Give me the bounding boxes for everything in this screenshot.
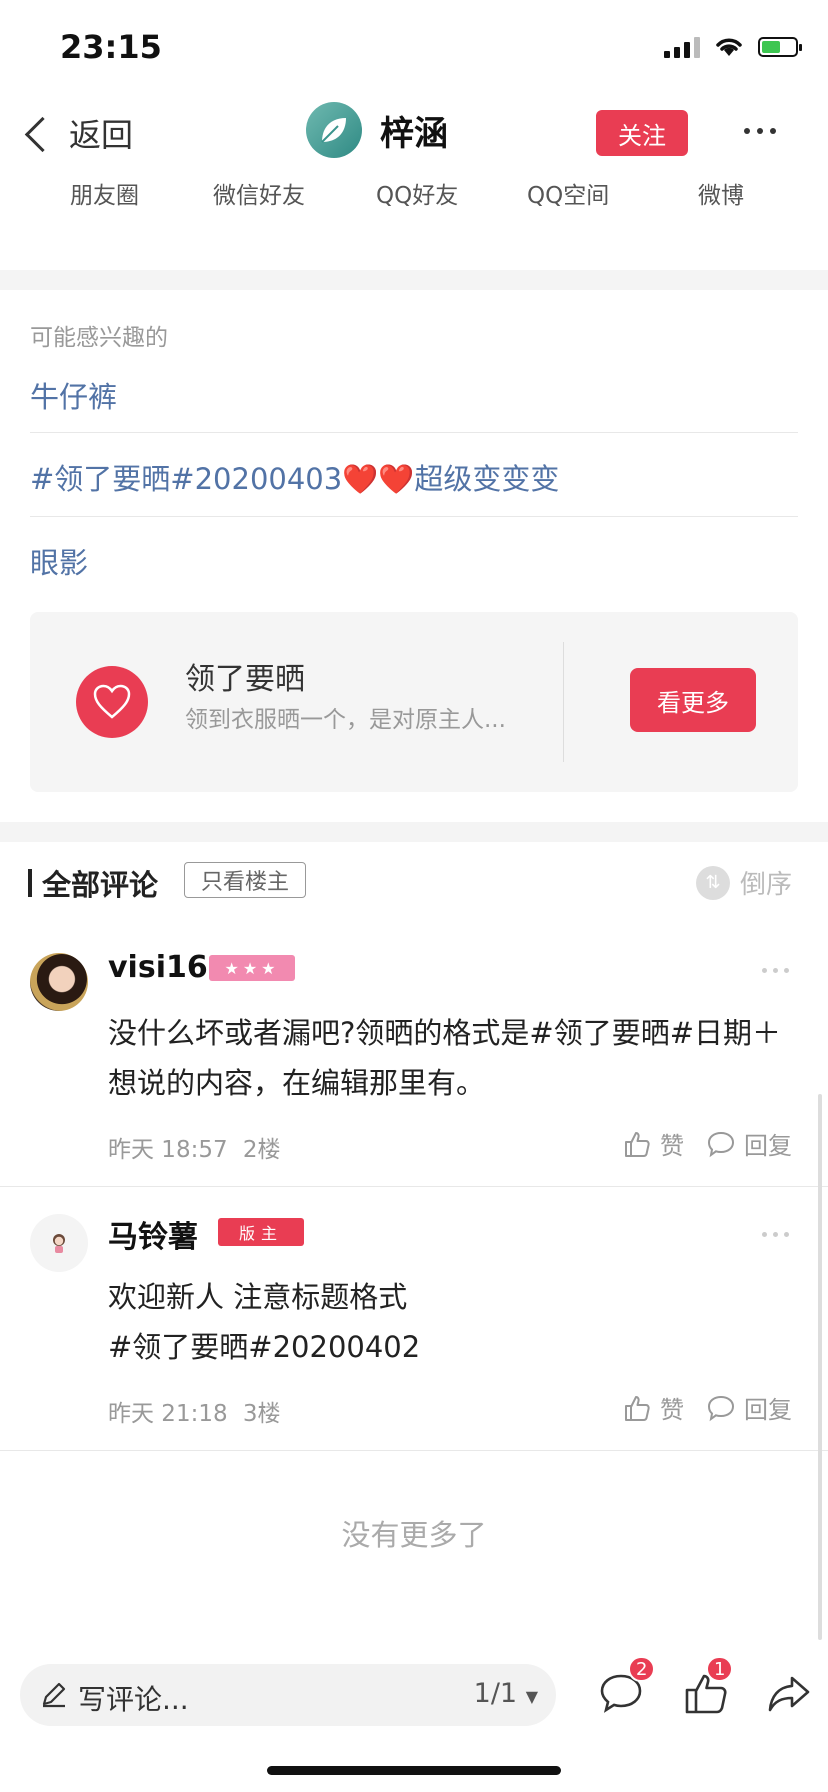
thumbs-up-icon (625, 1395, 650, 1421)
comment-text: 没什么坏或者漏吧?领晒的格式是#领了要晒#日期＋想说的内容，在编辑那里有。 (108, 1016, 781, 1100)
reply-bubble-icon (707, 1131, 735, 1157)
comment-time: 昨天 21:18 (108, 1401, 228, 1427)
comments-title: 全部评论 (28, 862, 158, 904)
status-time: 23:15 (60, 28, 162, 66)
more-options-icon[interactable] (744, 128, 776, 134)
divider (0, 1186, 828, 1187)
comment-floor: 2楼 (242, 1137, 281, 1163)
battery-icon (758, 37, 802, 57)
user-name[interactable]: 梓涵 (380, 106, 448, 155)
like-post-button[interactable]: 1 (684, 1656, 734, 1720)
chevron-left-icon (24, 116, 61, 152)
comment-floor: 3楼 (242, 1401, 281, 1427)
interest-item[interactable]: 牛仔裤 (30, 374, 117, 416)
interest-item[interactable]: 眼影 (30, 540, 88, 582)
forum-card[interactable]: 领了要晒 领到衣服晒一个，是对原主人... 看更多 (30, 612, 798, 792)
leaf-logo-icon (321, 118, 346, 143)
forum-avatar (76, 666, 148, 738)
forum-description: 领到衣服晒一个，是对原主人... (185, 707, 506, 733)
comment-meta: 昨天 21:18 3楼 (108, 1394, 281, 1428)
pencil-icon (42, 1682, 66, 1708)
home-indicator[interactable] (267, 1766, 561, 1775)
comment-more-icon[interactable] (762, 968, 789, 973)
divider (30, 516, 798, 517)
like-button[interactable]: 赞 (622, 1126, 684, 1161)
only-host-button[interactable]: 只看楼主 (184, 862, 306, 898)
like-label: 赞 (660, 1396, 684, 1424)
comment-author[interactable]: visi16 (108, 950, 208, 985)
like-button[interactable]: 赞 (622, 1390, 684, 1425)
comment-actions: 赞 回复 (622, 1126, 792, 1161)
interest-item[interactable]: #领了要晒#20200403❤️❤️超级变变变 (30, 456, 559, 498)
page-selector[interactable]: 1/1 ▼ (474, 1678, 538, 1709)
divider (30, 432, 798, 433)
avatar[interactable] (306, 102, 362, 158)
like-label: 赞 (660, 1132, 684, 1160)
comment-text-line: 欢迎新人 注意标题格式 (108, 1280, 408, 1314)
user-header[interactable]: 梓涵 (306, 102, 448, 158)
reply-label: 回复 (744, 1396, 792, 1424)
section-divider (0, 270, 828, 290)
share-button[interactable] (766, 1670, 812, 1720)
share-wechat-friend[interactable]: 微信好友 (213, 176, 305, 210)
sort-order-button[interactable]: ⇅ 倒序 (696, 864, 792, 901)
back-button[interactable]: 返回 (24, 110, 134, 156)
section-divider (0, 822, 828, 842)
comment-text: 欢迎新人 注意标题格式 #领了要晒#20200402 (108, 1272, 798, 1372)
follow-button[interactable]: 关注 (596, 110, 688, 156)
reply-bubble-icon (707, 1395, 735, 1421)
share-moments[interactable]: 朋友圈 (70, 176, 139, 210)
thumbs-up-icon (625, 1131, 650, 1157)
comment-input[interactable]: 写评论... 1/1 ▼ (20, 1664, 556, 1726)
comments-button[interactable]: 2 (598, 1656, 656, 1720)
comment-text-line: #领了要晒#20200402 (108, 1330, 421, 1364)
share-qq-friend[interactable]: QQ好友 (376, 176, 458, 210)
see-more-button[interactable]: 看更多 (630, 668, 756, 732)
share-arrow-icon (768, 1676, 810, 1712)
caret-down-icon: ▼ (525, 1687, 538, 1706)
sort-icon: ⇅ (696, 865, 730, 900)
comments-title-text: 全部评论 (42, 868, 159, 902)
scrollbar[interactable] (818, 1094, 822, 1640)
share-qzone[interactable]: QQ空间 (527, 176, 609, 210)
card-divider (563, 642, 564, 762)
like-count-badge: 1 (706, 1656, 734, 1682)
cartoon-girl-icon (53, 1234, 65, 1253)
reply-button[interactable]: 回复 (706, 1126, 792, 1161)
avatar[interactable] (30, 953, 88, 1011)
comment-count-badge: 2 (628, 1656, 656, 1682)
wifi-icon (716, 38, 742, 56)
comment-input-placeholder: 写评论... (78, 1683, 189, 1716)
forum-title: 领了要晒 (185, 662, 305, 697)
comment-time: 昨天 18:57 (108, 1137, 228, 1163)
level-badge: ★★★ (209, 955, 295, 981)
divider (0, 1450, 828, 1451)
comment-author[interactable]: 马铃薯 (108, 1212, 198, 1256)
sort-order-label: 倒序 (740, 870, 793, 900)
title-bar (28, 869, 32, 897)
interest-title: 可能感兴趣的 (30, 325, 168, 351)
comment-actions: 赞 回复 (622, 1390, 792, 1425)
heart-icon (93, 684, 131, 719)
back-label: 返回 (69, 116, 134, 154)
page-indicator: 1/1 (473, 1678, 518, 1709)
no-more-text: 没有更多了 (341, 1518, 487, 1552)
moderator-badge: 版主 (218, 1218, 304, 1246)
reply-button[interactable]: 回复 (706, 1390, 792, 1425)
comment-more-icon[interactable] (762, 1232, 789, 1237)
status-icons (664, 36, 802, 58)
cellular-signal-icon (664, 36, 700, 58)
share-weibo[interactable]: 微博 (698, 176, 744, 210)
avatar[interactable] (30, 1214, 88, 1272)
comment-meta: 昨天 18:57 2楼 (108, 1130, 281, 1164)
reply-label: 回复 (744, 1132, 792, 1160)
